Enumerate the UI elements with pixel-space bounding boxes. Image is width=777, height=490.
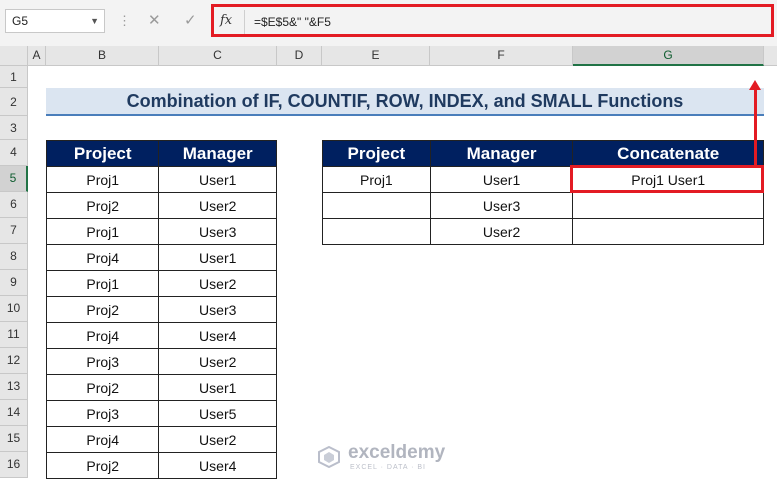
cell-manager[interactable]: User1 [158,374,277,401]
table-row: User2 [322,218,764,245]
cell-manager[interactable]: User2 [429,218,574,245]
annotation-arrow-line [754,86,757,165]
cell-project[interactable]: Proj1 [322,166,431,193]
cell-manager[interactable]: User1 [158,244,277,271]
row-header-3[interactable]: 3 [0,116,28,140]
cell-manager[interactable]: User2 [158,348,277,375]
row-header-12[interactable]: 12 [0,348,28,374]
select-all-corner[interactable] [0,46,28,66]
table-row: Proj2 User2 [45,192,277,219]
table-row: Proj1 User3 [45,218,277,245]
exceldemy-logo-icon [318,446,340,468]
cell-manager[interactable]: User3 [429,192,574,219]
row-header-4[interactable]: 4 [0,140,28,166]
row-header-7[interactable]: 7 [0,218,28,244]
check-icon[interactable]: ✓ [184,11,197,29]
cell-project[interactable] [322,192,431,219]
cell-project[interactable]: Proj3 [45,400,160,427]
row-header-6[interactable]: 6 [0,192,28,218]
worksheet-grid[interactable]: A B C D E F G 1 2 3 4 5 6 7 8 9 10 11 12… [0,46,777,490]
cell-manager[interactable]: User2 [158,270,277,297]
table-row: Proj4 User1 [45,244,277,271]
selected-cell-highlight [570,165,764,193]
name-box[interactable]: G5 ▼ [5,9,105,33]
row-header-5[interactable]: 5 [0,166,28,192]
column-header-d[interactable]: D [277,46,322,66]
cell-project[interactable]: Proj2 [45,192,160,219]
table-row: User3 [322,192,764,219]
column-header-c[interactable]: C [159,46,277,66]
cell-project[interactable] [322,218,431,245]
cell-project[interactable]: Proj1 [45,218,160,245]
row-header-15[interactable]: 15 [0,426,28,452]
arrow-up-icon [749,80,761,90]
row-header-13[interactable]: 13 [0,374,28,400]
table-row: Proj1 User2 [45,270,277,297]
chevron-down-icon[interactable]: ▼ [90,10,99,32]
column-header-f[interactable]: F [430,46,573,66]
cell-project[interactable]: Proj2 [45,452,160,479]
source-table: Project Manager Proj1 User1 Proj2 User2 Pr… [45,140,277,479]
table-row: Proj4 User4 [45,322,277,349]
result-table-header: Project Manager Concatenate [322,140,764,167]
header-manager: Manager [429,140,574,167]
row-header-8[interactable]: 8 [0,244,28,270]
cell-manager[interactable]: User4 [158,322,277,349]
source-table-header: Project Manager [45,140,277,167]
row-header-1[interactable]: 1 [0,66,28,88]
table-row: Proj3 User2 [45,348,277,375]
column-header-e[interactable]: E [322,46,430,66]
row-header-16[interactable]: 16 [0,452,28,478]
row-header-10[interactable]: 10 [0,296,28,322]
row-header-9[interactable]: 9 [0,270,28,296]
row-header-11[interactable]: 11 [0,322,28,348]
row-header-2[interactable]: 2 [0,88,28,116]
row-header-14[interactable]: 14 [0,400,28,426]
cell-project[interactable]: Proj2 [45,374,160,401]
watermark-tagline: EXCEL · DATA · BI [350,464,426,471]
cancel-icon[interactable]: ✕ [148,11,161,29]
cell-project[interactable]: Proj1 [45,166,160,193]
cell-manager[interactable]: User2 [158,192,277,219]
header-concatenate: Concatenate [572,140,764,167]
cell-project[interactable]: Proj4 [45,322,160,349]
cell-project[interactable]: Proj3 [45,348,160,375]
cell-project[interactable]: Proj2 [45,296,160,323]
table-row: Proj4 User2 [45,426,277,453]
cell-manager[interactable]: User5 [158,400,277,427]
name-box-value: G5 [12,14,29,28]
cell-project[interactable]: Proj1 [45,270,160,297]
table-row: Proj2 User3 [45,296,277,323]
cell-manager[interactable]: User4 [158,452,277,479]
header-project: Project [322,140,431,167]
cell-concatenate[interactable] [572,218,764,245]
cell-manager[interactable]: User2 [158,426,277,453]
column-header-b[interactable]: B [46,46,159,66]
cell-concatenate[interactable] [572,192,764,219]
cell-project[interactable]: Proj4 [45,426,160,453]
column-header-g[interactable]: G [573,46,764,66]
watermark-brand: exceldemy [348,442,446,463]
sheet-title: Combination of IF, COUNTIF, ROW, INDEX, … [46,88,764,116]
cell-manager[interactable]: User3 [158,296,277,323]
header-project: Project [45,140,160,167]
table-row: Proj2 User4 [45,452,277,479]
header-manager: Manager [158,140,277,167]
cell-manager[interactable]: User1 [429,166,574,193]
formula-highlight-box [211,4,774,37]
table-row: Proj1 User1 [45,166,277,193]
table-row: Proj3 User5 [45,400,277,427]
table-row: Proj2 User1 [45,374,277,401]
formula-bar-area: G5 ▼ ⋮ ✕ ✓ fx =$E$5&" "&F5 [0,0,777,47]
column-header-overflow [764,46,777,66]
vertical-dots-icon: ⋮ [118,13,131,28]
cell-manager[interactable]: User1 [158,166,277,193]
column-header-a[interactable]: A [28,46,46,66]
cell-manager[interactable]: User3 [158,218,277,245]
cell-project[interactable]: Proj4 [45,244,160,271]
